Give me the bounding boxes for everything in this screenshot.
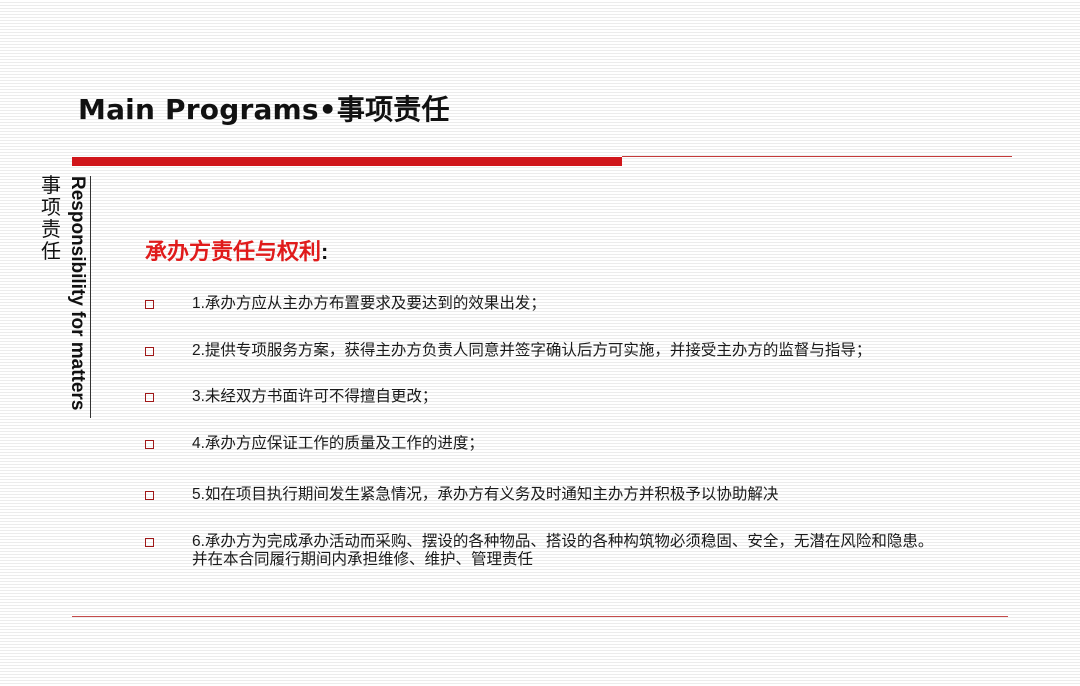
list-item: 4.承办方应保证工作的质量及工作的进度； [145, 435, 1060, 453]
section-heading: 承办方责任与权利: [145, 234, 328, 266]
sidebar-divider [90, 176, 91, 418]
list-item-text: 4.承办方应保证工作的质量及工作的进度； [192, 435, 484, 453]
list-item-line: 5.如在项目执行期间发生紧急情况，承办方有义务及时通知主办方并积极予以协助解决 [192, 486, 779, 503]
list-item-text: 3.未经双方书面许可不得擅自更改； [192, 388, 437, 406]
list-item: 5.如在项目执行期间发生紧急情况，承办方有义务及时通知主办方并积极予以协助解决 [145, 486, 1060, 504]
sidebar-char: 项 [41, 195, 61, 219]
square-bullet-icon [145, 491, 154, 500]
list-item-text: 1.承办方应从主办方布置要求及要达到的效果出发； [192, 295, 546, 313]
list-item-line: 3.未经双方书面许可不得擅自更改； [192, 388, 438, 405]
list-item-line: 1.承办方应从主办方布置要求及要达到的效果出发； [192, 295, 546, 312]
list-item: 2.提供专项服务方案，获得主办方负责人同意并签字确认后方可实施，并接受主办方的监… [145, 342, 1060, 360]
page-title: Main Programs•事项责任 [78, 93, 450, 126]
title-underline-thick [72, 157, 622, 166]
list-item-text: 6.承办方为完成承办活动而采购、摆设的各种物品、搭设的各种构筑物必须稳固、安全，… [192, 533, 933, 569]
sidebar-chinese-label: 事 项 责 任 [40, 174, 62, 262]
square-bullet-icon [145, 300, 154, 309]
section-heading-text: 承办方责任与权利 [145, 239, 322, 264]
section-heading-colon: : [321, 239, 329, 264]
list-item-line: 4.承办方应保证工作的质量及工作的进度； [192, 435, 484, 452]
list-item-text: 2.提供专项服务方案，获得主办方负责人同意并签字确认后方可实施，并接受主办方的监… [192, 342, 871, 360]
list-item: 3.未经双方书面许可不得擅自更改； [145, 388, 1060, 406]
list-item-line: 6.承办方为完成承办活动而采购、摆设的各种物品、搭设的各种构筑物必须稳固、安全，… [192, 533, 934, 550]
square-bullet-icon [145, 538, 154, 547]
sidebar-char: 任 [41, 239, 61, 263]
list-item-line: 并在本合同履行期间内承担维修、维护、管理责任 [192, 551, 534, 568]
list-item: 6.承办方为完成承办活动而采购、摆设的各种物品、搭设的各种构筑物必须稳固、安全，… [145, 533, 1060, 569]
footer-divider [72, 616, 1008, 617]
square-bullet-icon [145, 393, 154, 402]
square-bullet-icon [145, 440, 154, 449]
sidebar-english-label: Responsibility for matters [67, 176, 88, 411]
square-bullet-icon [145, 347, 154, 356]
list-item-text: 5.如在项目执行期间发生紧急情况，承办方有义务及时通知主办方并积极予以协助解决 [192, 486, 778, 504]
sidebar-char: 事 [41, 173, 61, 197]
title-underline-thin [622, 156, 1012, 157]
list-item-line: 2.提供专项服务方案，获得主办方负责人同意并签字确认后方可实施，并接受主办方的监… [192, 342, 872, 359]
sidebar-char: 责 [41, 217, 61, 241]
list-item: 1.承办方应从主办方布置要求及要达到的效果出发； [145, 295, 1060, 313]
